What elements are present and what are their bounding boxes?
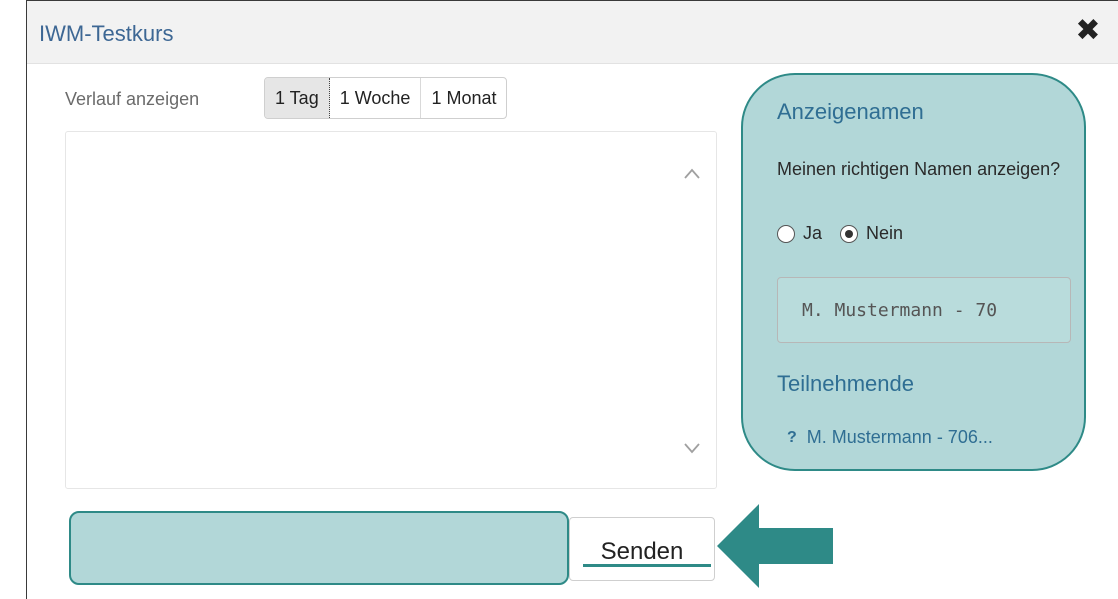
chevron-down-icon[interactable] [682, 438, 702, 458]
participant-name: M. Mustermann - 706... [806, 427, 993, 447]
history-range-selector: 1 Tag 1 Woche 1 Monat [264, 77, 508, 119]
arrow-left-icon [717, 504, 833, 588]
real-name-question: Meinen richtigen Namen anzeigen? [777, 159, 1061, 179]
history-option-week[interactable]: 1 Woche [330, 78, 422, 118]
title-bar: IWM-Testkurs ✖ [27, 1, 1118, 64]
send-button[interactable]: Senden [569, 517, 715, 581]
send-underline [583, 564, 711, 567]
window-title: IWM-Testkurs [39, 21, 174, 46]
display-name-field[interactable] [777, 277, 1071, 343]
unknown-status-icon: ? [787, 428, 797, 446]
history-option-day[interactable]: 1 Tag [265, 78, 330, 118]
history-option-month[interactable]: 1 Monat [421, 78, 506, 118]
radio-yes-label: Ja [803, 223, 823, 243]
chat-window: IWM-Testkurs ✖ Verlauf anzeigen 1 Tag 1 … [26, 0, 1118, 599]
display-name-heading: Anzeigenamen [777, 99, 924, 124]
history-label: Verlauf anzeigen [65, 89, 200, 109]
radio-no[interactable] [840, 224, 859, 243]
real-name-radio-group: Ja Nein [777, 223, 921, 244]
radio-yes[interactable] [777, 224, 795, 243]
radio-no-label: Nein [866, 223, 904, 243]
display-name-panel: Anzeigenamen Meinen richtigen Namen anze… [741, 73, 1086, 471]
participants-heading: Teilnehmende [777, 371, 914, 396]
message-log[interactable] [65, 131, 717, 489]
chevron-up-icon[interactable] [682, 164, 702, 184]
message-input[interactable] [69, 511, 569, 585]
close-icon[interactable]: ✖ [1074, 16, 1102, 46]
participant-item[interactable]: ? M. Mustermann - 706... [787, 427, 993, 448]
